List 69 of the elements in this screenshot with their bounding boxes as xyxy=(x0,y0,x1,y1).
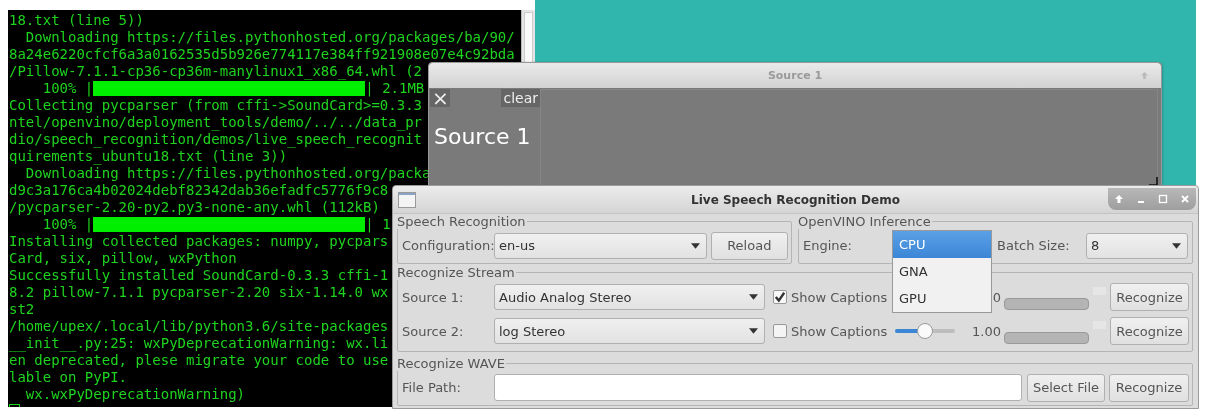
window-title: Source 1 xyxy=(767,69,823,82)
checkbox-label: Show Captions xyxy=(791,323,889,339)
up-arrow-icon[interactable] xyxy=(1114,194,1124,204)
terminal-text: | 2.1MB xyxy=(365,80,425,97)
terminal-text: 100% | xyxy=(41,80,94,97)
source-caption: Source 1 xyxy=(434,124,532,149)
terminal-line: /pycparser-2.20-py2.py3-none-any.whl (112kB) xyxy=(9,199,380,216)
terminal-line: en deprecated, plese migrate your code to use xyxy=(9,352,389,369)
field-label: Source 1: xyxy=(402,289,465,305)
terminal-line: Downloading https://files.pythonhosted.org/packages/ba/90/ xyxy=(24,29,515,46)
caret-icon xyxy=(749,294,758,300)
terminal-text: | 1 xyxy=(365,216,391,233)
terminal-line: dio/speech_recognition/demos/live_speech_recognit xyxy=(9,131,422,148)
slider[interactable] xyxy=(895,323,955,339)
terminal-line: Installing collected packages: numpy, pycpars xyxy=(9,233,389,250)
source-dropdown[interactable]: log Stereo xyxy=(494,318,765,344)
terminal-line: lable on PyPI. xyxy=(9,369,127,386)
recognize-button[interactable]: Recognize xyxy=(1109,373,1189,402)
menu-item[interactable]: GPU xyxy=(893,284,991,312)
field-label: Engine: xyxy=(803,238,853,253)
field-label: Configuration: xyxy=(402,238,494,253)
terminal-line: 18.txt (line 5)) xyxy=(9,12,144,29)
terminal-line: ntel/openvino/deployment_tools/demo/../../data_pr xyxy=(9,114,422,131)
close-icon[interactable] xyxy=(1180,194,1190,204)
select-file-button[interactable]: Select File xyxy=(1027,373,1105,402)
group-label: Speech Recognition xyxy=(397,214,527,229)
terminal-line: wx.wxPyDeprecationWarning) xyxy=(24,386,245,403)
caret-icon xyxy=(690,242,700,249)
terminal-line: /Pillow-7.1.1-cp36-cp36m-manylinux1_x86_64.whl (2 xyxy=(9,63,422,80)
terminal-line: __init__.py:25: wxPyDeprecationWarning: wx.li xyxy=(9,335,389,352)
window-title: Live Speech Recognition Demo xyxy=(691,192,900,207)
checkbox-label: Show Captions xyxy=(791,289,889,305)
group-label: OpenVINO Inference xyxy=(798,214,932,229)
field-label: Batch Size: xyxy=(997,238,1071,253)
reload-button[interactable]: Reload xyxy=(710,231,788,260)
close-button[interactable]: × xyxy=(430,89,450,107)
file-path-field[interactable] xyxy=(494,374,1022,401)
terminal-text: 100% | xyxy=(41,216,94,233)
window-icon xyxy=(398,191,416,208)
terminal-line: /home/upex/.local/lib/python3.6/site-packages xyxy=(9,318,389,335)
terminal-line: Card, six, pillow, wxPython xyxy=(9,250,237,267)
gain-value: 1.00 xyxy=(972,323,1001,339)
checkbox[interactable] xyxy=(773,324,787,338)
terminal-line: 8a24e6220cfcf6a3a0162535d5b926e774117e384ff921908e07e4c92bda xyxy=(9,46,515,63)
configuration-dropdown[interactable]: en-us xyxy=(494,232,707,259)
terminal-line: Collecting pycparser (from cffi->SoundCard>=0.3.3 xyxy=(9,97,422,114)
slider-thumb[interactable] xyxy=(917,323,933,339)
terminal-line: quirements_ubuntu18.txt (line 3)) xyxy=(9,148,288,165)
caret-icon xyxy=(1172,242,1181,249)
maximize-icon[interactable] xyxy=(1158,194,1168,204)
recognize-button[interactable]: Recognize xyxy=(1110,283,1189,311)
terminal-line: d9c3a176ca4b02024debf82342dab36efadfc5776f9c8 xyxy=(9,182,389,199)
field-label: File Path: xyxy=(402,380,462,395)
checkbox[interactable] xyxy=(773,290,787,304)
caret-icon xyxy=(749,328,758,334)
field-label: Source 2: xyxy=(402,323,465,339)
gain-value: 0 xyxy=(992,289,1001,305)
terminal-line: Downloading https://files.pythonhosted.org/packa xyxy=(24,165,431,182)
clear-button[interactable]: clear xyxy=(501,89,540,107)
batch-size-dropdown[interactable]: 8 xyxy=(1086,232,1188,259)
group-label: Recognize WAVE xyxy=(397,356,506,371)
terminal-line: st2 xyxy=(9,301,35,318)
up-arrow-icon[interactable] xyxy=(1140,71,1149,80)
recognize-button[interactable]: Recognize xyxy=(1110,317,1189,345)
terminal-line: 8.2 pillow-7.1.1 pycparser-2.20 six-1.14.0 wx xyxy=(9,284,389,301)
menu-item[interactable]: GNA xyxy=(893,257,991,285)
terminal-line: Successfully installed SoundCard-0.3.3 cffi-1 xyxy=(9,267,389,284)
group-label: Recognize Stream xyxy=(397,265,516,280)
source-dropdown[interactable]: Audio Analog Stereo xyxy=(494,284,765,310)
